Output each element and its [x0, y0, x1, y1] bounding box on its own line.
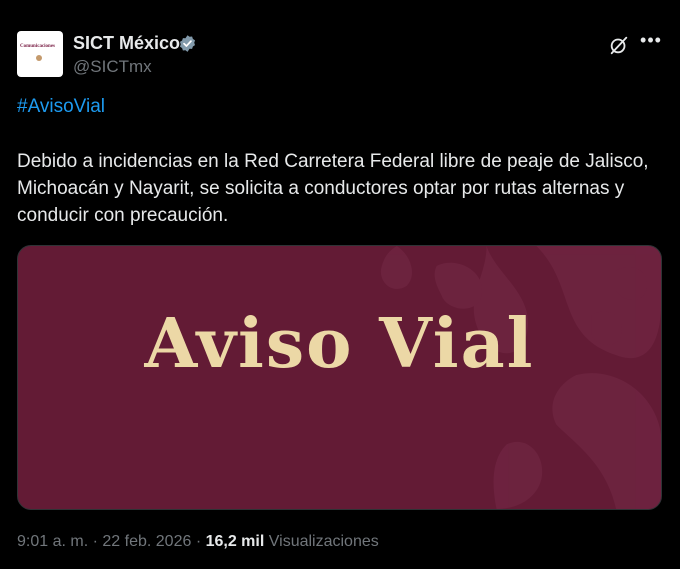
author-handle[interactable]: @SICTmx [73, 57, 152, 77]
avatar-logo-mark [36, 55, 42, 61]
more-options-icon[interactable]: ••• [638, 30, 664, 52]
avatar[interactable]: Comunicaciones [17, 31, 63, 77]
hashtag-link[interactable]: #AvisoVial [17, 96, 105, 118]
post-text: Debido a incidencias en la Red Carretera… [17, 151, 649, 226]
meta-separator: · [92, 533, 98, 550]
post-date[interactable]: 22 feb. 2026 [102, 533, 191, 550]
views-count: 16,2 mil [205, 533, 265, 550]
verified-badge-icon [179, 35, 196, 52]
post-time[interactable]: 9:01 a. m. [17, 533, 88, 550]
media-title: Aviso Vial [144, 304, 535, 384]
views-label: Visualizaciones [268, 533, 379, 550]
media-image[interactable]: Aviso Vial [17, 245, 662, 510]
author-name[interactable]: SICT México [73, 33, 180, 54]
post-meta: 9:01 a. m. · 22 feb. 2026 · 16,2 mil Vis… [17, 533, 379, 551]
avatar-logo-text: Comunicaciones [20, 44, 55, 49]
meta-separator: · [195, 533, 202, 550]
grok-icon[interactable] [608, 34, 630, 56]
